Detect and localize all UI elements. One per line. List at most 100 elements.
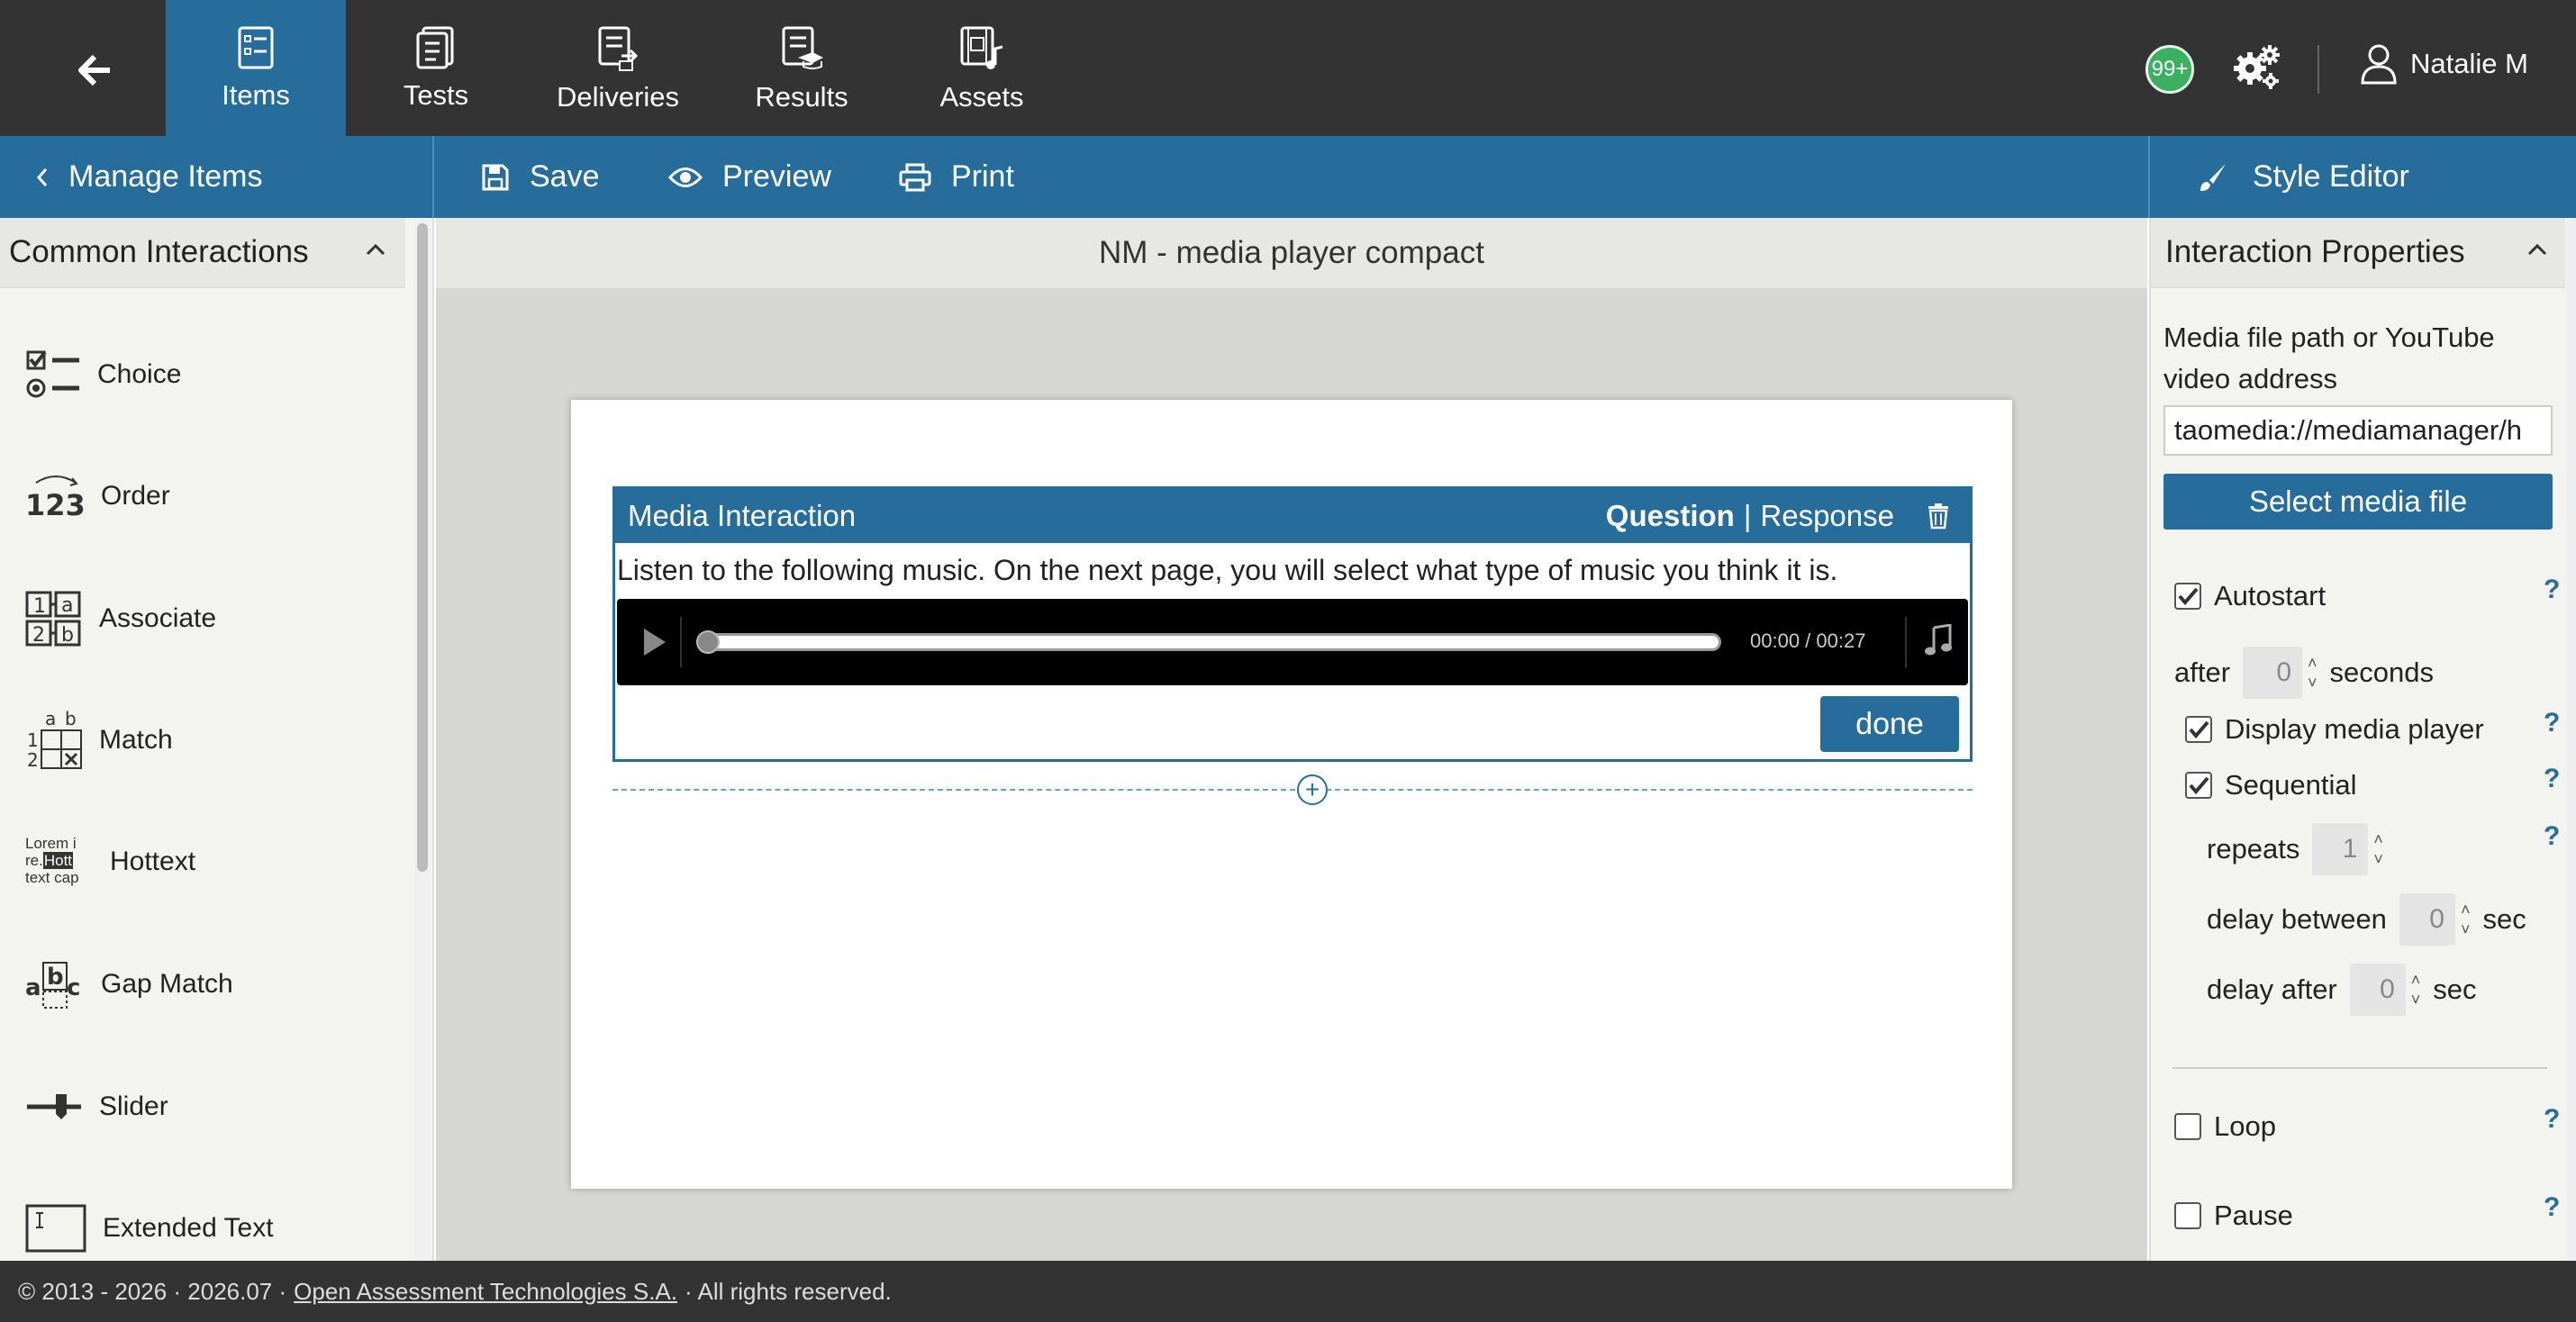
tests-icon (416, 26, 454, 69)
sequential-label: Sequential (2225, 769, 2357, 801)
choice-label: Choice (97, 359, 182, 389)
choice-icon (26, 350, 79, 398)
nav-assets[interactable]: Assets (892, 0, 1072, 136)
interaction-hottext[interactable]: Lorem i re.Hott text cap Hottext (25, 821, 195, 902)
display-player-label: Display media player (2225, 713, 2484, 745)
repeats-label: repeats (2207, 833, 2300, 865)
common-interactions-header[interactable]: Common Interactions (0, 218, 405, 288)
print-label: Print (951, 159, 1014, 194)
interaction-choice[interactable]: Choice (25, 334, 181, 415)
interaction-associate[interactable]: 1a2b Associate (25, 578, 216, 659)
settings-button[interactable] (2232, 43, 2282, 90)
done-button[interactable]: done (1820, 696, 1959, 752)
media-path-input[interactable]: taomedia://mediamanager/h (2163, 405, 2553, 456)
repeats-stepper[interactable]: 1 ˄ ˅ (2312, 823, 2383, 875)
item-canvas: NM - media player compact Media Interact… (436, 218, 2147, 1261)
display-player-help-icon[interactable]: ? (2544, 708, 2560, 738)
player-time: 00:00 / 00:27 (1750, 629, 1866, 652)
paintbrush-icon (2200, 163, 2226, 191)
stepper-arrows-icon[interactable]: ˄ ˅ (2461, 900, 2471, 939)
preview-button[interactable]: Preview (668, 136, 831, 218)
stepper-arrows-icon[interactable]: ˄ ˅ (2411, 970, 2421, 1010)
add-block-button[interactable]: + (1297, 774, 1328, 805)
loop-help-icon[interactable]: ? (2544, 1104, 2560, 1135)
hottext-icon-line-2: re.Hott (25, 852, 94, 869)
media-interaction-block[interactable]: Media Interaction Question | Response Li… (612, 486, 1973, 762)
after-input[interactable]: 0 (2243, 647, 2303, 699)
autostart-checkbox[interactable] (2174, 583, 2201, 610)
svg-text:c: c (67, 974, 80, 1001)
stepper-arrows-icon[interactable]: ˄ ˅ (2373, 829, 2383, 869)
save-icon (482, 164, 509, 190)
order-icon: 123 (25, 475, 85, 519)
interaction-extended-text[interactable]: Extended Text (25, 1188, 274, 1261)
delay-after-stepper[interactable]: 0 ˄ ˅ (2349, 964, 2421, 1016)
nav-deliveries-label: Deliveries (556, 81, 680, 113)
svg-text:b: b (65, 711, 77, 729)
svg-text:a: a (61, 594, 73, 617)
manage-items-label: Manage Items (68, 159, 263, 194)
interaction-prompt[interactable]: Listen to the following music. On the ne… (617, 554, 1837, 587)
progress-track[interactable] (700, 633, 1721, 651)
loop-checkbox[interactable] (2174, 1113, 2201, 1140)
tab-question[interactable]: Question (1606, 499, 1735, 533)
footer-company-link[interactable]: Open Assessment Technologies S.A. (294, 1278, 677, 1306)
user-menu[interactable]: Natalie M (2360, 43, 2528, 85)
nav-results[interactable]: Results (712, 0, 892, 136)
notifications-badge[interactable]: 99+ (2145, 45, 2194, 94)
sequential-checkbox[interactable] (2185, 772, 2212, 799)
left-panel-scrollbar[interactable] (414, 218, 431, 1261)
autostart-help-icon[interactable]: ? (2544, 575, 2560, 605)
left-panel-scrollbar-thumb[interactable] (417, 223, 428, 872)
extended-text-label: Extended Text (103, 1213, 274, 1243)
print-button[interactable]: Print (899, 136, 1014, 218)
hottext-icon-prefix: re. (25, 852, 43, 869)
pause-checkbox[interactable] (2174, 1202, 2201, 1229)
tab-response[interactable]: Response (1760, 499, 1894, 533)
delay-between-stepper[interactable]: 0 ˄ ˅ (2399, 893, 2471, 946)
media-player: 00:00 / 00:27 (617, 599, 1968, 685)
assets-icon (960, 26, 1003, 69)
nav-tests[interactable]: Tests (346, 0, 526, 136)
repeats-input[interactable]: 1 (2312, 823, 2369, 875)
trash-icon[interactable] (1927, 503, 1950, 530)
svg-text:1: 1 (27, 729, 39, 751)
interaction-match[interactable]: ab 12 Match (25, 700, 173, 781)
style-editor-button[interactable]: Style Editor (2148, 136, 2576, 218)
play-icon[interactable] (642, 627, 667, 657)
item-title: NM - media player compact (1099, 235, 1484, 270)
select-media-button[interactable]: Select media file (2163, 474, 2553, 530)
gap-match-icon: abc (25, 962, 80, 1009)
interaction-order[interactable]: 123 Order (25, 456, 170, 537)
repeats-help-icon[interactable]: ? (2544, 821, 2560, 852)
progress-knob[interactable] (696, 630, 720, 654)
chevron-left-icon (36, 168, 48, 186)
interaction-slider[interactable]: Slider (25, 1066, 168, 1147)
hottext-icon: Lorem i re.Hott text cap (25, 835, 94, 889)
match-icon: a b 12 (27, 711, 82, 770)
sequential-help-icon[interactable]: ? (2544, 764, 2560, 794)
display-player-checkbox[interactable] (2185, 716, 2212, 743)
right-panel-scrollbar[interactable] (2567, 218, 2576, 1261)
manage-items-button[interactable]: Manage Items (0, 136, 434, 218)
stepper-arrows-icon[interactable]: ˄ ˅ (2308, 653, 2317, 693)
pause-help-icon[interactable]: ? (2544, 1192, 2560, 1223)
nav-items[interactable]: Items (166, 0, 346, 136)
interactions-panel: Common Interactions Choice 123 Order 1a2… (0, 218, 434, 1261)
results-icon (782, 26, 823, 69)
properties-divider (2172, 1067, 2547, 1069)
nav-deliveries[interactable]: Deliveries (528, 0, 708, 136)
player-divider (680, 617, 682, 667)
order-label: Order (101, 481, 170, 511)
style-editor-label: Style Editor (2253, 159, 2409, 194)
interaction-gap-match[interactable]: abc Gap Match (25, 944, 233, 1025)
after-label: after (2174, 656, 2231, 688)
back-button[interactable] (45, 34, 144, 106)
sequential-row: Sequential (2185, 769, 2357, 801)
save-button[interactable]: Save (481, 136, 600, 218)
repeats-row: repeats 1 ˄ ˅ (2207, 823, 2383, 875)
delay-after-input[interactable]: 0 (2349, 964, 2406, 1016)
delay-between-input[interactable]: 0 (2399, 893, 2455, 946)
after-stepper[interactable]: 0 ˄ ˅ (2243, 647, 2317, 699)
interaction-properties-header[interactable]: Interaction Properties (2151, 218, 2565, 288)
